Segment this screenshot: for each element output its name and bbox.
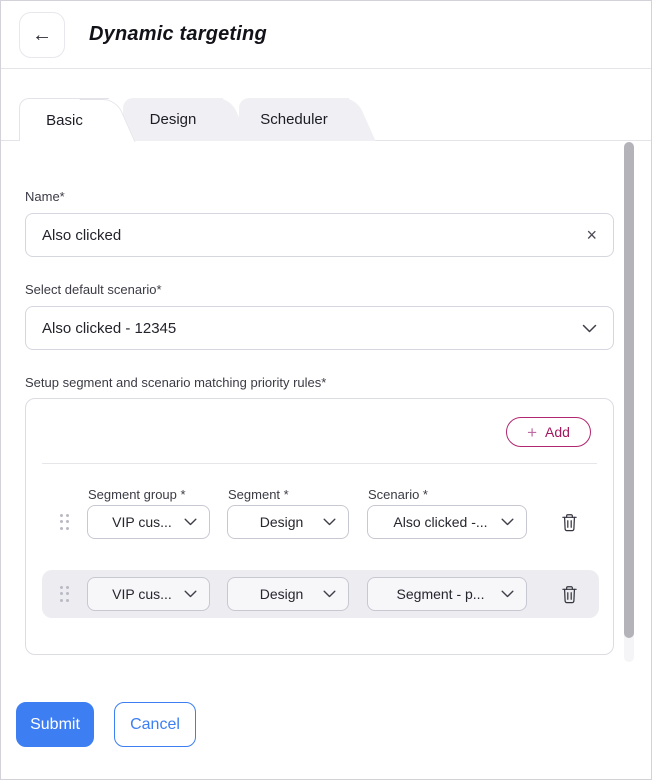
default-scenario-field: Select default scenario* Also clicked - …	[25, 282, 638, 350]
segment-group-select[interactable]: VIP cus...	[87, 577, 210, 611]
name-field: Name* Also clicked ×	[25, 189, 638, 257]
column-headers: Segment group * Segment * Scenario *	[58, 487, 613, 502]
tab-design-label: Design	[150, 111, 197, 128]
default-scenario-select[interactable]: Also clicked - 12345	[25, 306, 614, 350]
scenario-value: Also clicked -...	[380, 514, 501, 530]
default-scenario-label: Select default scenario*	[25, 282, 638, 297]
tab-scheduler[interactable]: Scheduler	[239, 98, 349, 141]
header: ← Dynamic targeting	[1, 1, 651, 69]
chevron-down-icon	[501, 590, 514, 598]
delete-rule-button[interactable]	[558, 583, 580, 605]
name-input-value: Also clicked	[42, 227, 586, 244]
scrollbar-track	[624, 142, 634, 662]
trash-icon	[561, 513, 578, 532]
submit-button[interactable]: Submit	[16, 702, 94, 747]
chevron-down-icon	[501, 518, 514, 526]
scenario-value: Segment - p...	[380, 586, 501, 602]
column-header-segment-group: Segment group *	[87, 487, 210, 502]
scenario-select[interactable]: Also clicked -...	[367, 505, 527, 539]
name-label: Name*	[25, 189, 638, 204]
rules-label: Setup segment and scenario matching prio…	[25, 375, 638, 390]
plus-icon: +	[527, 424, 537, 441]
chevron-down-icon	[323, 518, 336, 526]
default-scenario-value: Also clicked - 12345	[42, 320, 582, 337]
tab-design[interactable]: Design	[123, 98, 223, 141]
footer: Submit Cancel	[16, 702, 651, 747]
chevron-down-icon	[184, 590, 197, 598]
chevron-down-icon	[582, 324, 597, 333]
rule-row: VIP cus... Design Also clicked -...	[58, 505, 613, 539]
tab-basic[interactable]: Basic	[19, 98, 109, 141]
trash-icon	[561, 585, 578, 604]
segment-group-select[interactable]: VIP cus...	[87, 505, 210, 539]
name-input[interactable]: Also clicked ×	[25, 213, 614, 257]
segment-select[interactable]: Design	[227, 577, 349, 611]
rule-row-highlighted: VIP cus... Design Segment - p...	[42, 570, 599, 618]
segment-group-value: VIP cus...	[100, 586, 184, 602]
tab-bar: Basic Design Scheduler	[1, 98, 651, 141]
column-header-scenario: Scenario *	[367, 487, 527, 502]
scenario-select[interactable]: Segment - p...	[367, 577, 527, 611]
add-button-label: Add	[545, 424, 570, 440]
content-panel: Name* Also clicked × Select default scen…	[1, 140, 651, 663]
segment-group-value: VIP cus...	[100, 514, 184, 530]
drag-handle-icon[interactable]	[58, 512, 70, 532]
back-button[interactable]: ←	[19, 12, 65, 58]
segment-value: Design	[240, 586, 323, 602]
chevron-down-icon	[323, 590, 336, 598]
clear-icon[interactable]: ×	[586, 226, 597, 244]
chevron-down-icon	[184, 518, 197, 526]
scrollbar-thumb[interactable]	[624, 142, 634, 638]
column-header-segment: Segment *	[227, 487, 349, 502]
dynamic-targeting-window: ← Dynamic targeting Basic Design Schedul…	[0, 0, 652, 780]
delete-rule-button[interactable]	[558, 511, 580, 533]
cancel-button[interactable]: Cancel	[114, 702, 196, 747]
divider	[42, 463, 597, 464]
page-title: Dynamic targeting	[89, 23, 267, 46]
tab-basic-label: Basic	[46, 112, 83, 129]
add-rule-button[interactable]: + Add	[506, 417, 591, 447]
arrow-left-icon: ←	[32, 25, 52, 45]
segment-select[interactable]: Design	[227, 505, 349, 539]
segment-value: Design	[240, 514, 323, 530]
drag-handle-icon[interactable]	[58, 584, 70, 604]
tab-scheduler-label: Scheduler	[260, 111, 328, 128]
rules-panel: + Add Segment group * Segment * Scenario…	[25, 398, 614, 655]
